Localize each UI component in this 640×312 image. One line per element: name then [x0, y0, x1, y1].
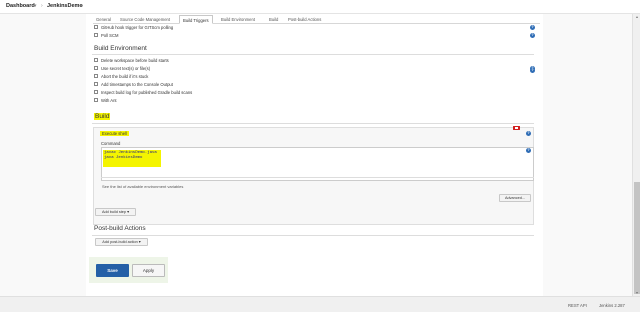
- breadcrumb-jenkinsdemo[interactable]: JenkinsDemo: [47, 3, 83, 9]
- command-label: Command: [101, 141, 121, 146]
- resize-handle[interactable]: [101, 177, 534, 179]
- option-label: Add timestamps to the Console Output: [101, 82, 173, 87]
- rest-api-link[interactable]: REST API: [568, 303, 587, 308]
- checkbox-add-timestamps[interactable]: [94, 82, 98, 86]
- option-label: Delete workspace before build starts: [101, 58, 169, 63]
- help-icon[interactable]: ?: [526, 131, 531, 136]
- help-icon[interactable]: ?: [526, 148, 531, 153]
- section-title-build-environment: Build Environment: [94, 45, 147, 52]
- tab-post-build-actions[interactable]: Post-build Actions: [285, 15, 324, 24]
- checkbox-gradle-scans[interactable]: [94, 90, 98, 94]
- chevron-down-icon[interactable]: ▾: [34, 3, 37, 9]
- scroll-up-icon[interactable]: ▴: [634, 14, 640, 20]
- add-post-build-action-button[interactable]: Add post-build action ▾: [95, 238, 148, 246]
- divider: [92, 235, 534, 236]
- tab-source-code-management[interactable]: Source Code Management: [117, 15, 173, 24]
- add-build-step-label: Add build step: [101, 210, 127, 214]
- breadcrumb-dashboard[interactable]: Dashboard: [6, 3, 35, 9]
- command-line: java JenkinsDemo: [104, 156, 143, 160]
- checkbox-secret-text[interactable]: [94, 66, 98, 70]
- divider: [92, 54, 534, 55]
- env-variables-link[interactable]: See the list of available environment va…: [102, 184, 183, 189]
- save-button[interactable]: Save: [96, 264, 129, 277]
- checkbox-github-hook[interactable]: [94, 25, 98, 29]
- top-bar: Dashboard ▾ › JenkinsDemo ▾: [0, 0, 640, 14]
- config-tabs: General Source Code Management Build Tri…: [93, 14, 540, 24]
- command-textarea[interactable]: [101, 147, 534, 181]
- help-icon[interactable]: ?: [530, 68, 535, 73]
- apply-button[interactable]: Apply: [132, 264, 165, 277]
- section-title-post-build: Post-build Actions: [94, 225, 146, 232]
- version-link[interactable]: Jenkins 2.287: [599, 303, 625, 308]
- tab-general[interactable]: General: [93, 15, 114, 24]
- checkbox-delete-workspace[interactable]: [94, 58, 98, 62]
- checkbox-poll-scm[interactable]: [94, 33, 98, 37]
- help-icon[interactable]: ?: [530, 33, 535, 38]
- option-label: Poll SCM: [101, 33, 119, 38]
- build-step-title: Execute shell: [100, 131, 129, 136]
- tab-build-triggers[interactable]: Build Triggers: [179, 15, 213, 24]
- option-label: Abort the build if it's stuck: [101, 74, 149, 79]
- left-margin: [0, 14, 86, 296]
- add-post-build-action-label: Add post-build action: [102, 240, 138, 244]
- page-footer: REST API Jenkins 2.287: [0, 296, 640, 312]
- tab-build-environment[interactable]: Build Environment: [218, 15, 258, 24]
- tab-build[interactable]: Build: [266, 15, 281, 24]
- checkbox-abort-stuck[interactable]: [94, 74, 98, 78]
- scroll-thumb[interactable]: [634, 182, 640, 294]
- add-build-step-button[interactable]: Add build step ▾: [95, 208, 136, 216]
- divider: [92, 123, 534, 124]
- section-title-build: Build: [94, 113, 111, 120]
- option-label: GitHub hook trigger for GITScm polling: [101, 25, 174, 30]
- option-label: Inspect build log for published Gradle b…: [101, 90, 193, 95]
- chevron-down-icon[interactable]: ▾: [80, 3, 83, 9]
- checkbox-with-ant[interactable]: [94, 98, 98, 102]
- command-code: javac JenkinsDemo.java java JenkinsDemo: [103, 150, 161, 167]
- advanced-button[interactable]: Advanced...: [499, 194, 531, 202]
- breadcrumb-separator-icon: ›: [41, 3, 43, 9]
- page-scrollbar[interactable]: ▴ ▾: [632, 14, 640, 296]
- delete-step-button[interactable]: [513, 126, 520, 130]
- right-margin: [543, 14, 632, 296]
- option-label: With Ant: [101, 98, 117, 103]
- option-label: Use secret text(s) or file(s): [101, 66, 151, 71]
- help-icon[interactable]: ?: [530, 25, 535, 30]
- config-form: GitHub hook trigger for GITScm polling ?…: [86, 24, 543, 296]
